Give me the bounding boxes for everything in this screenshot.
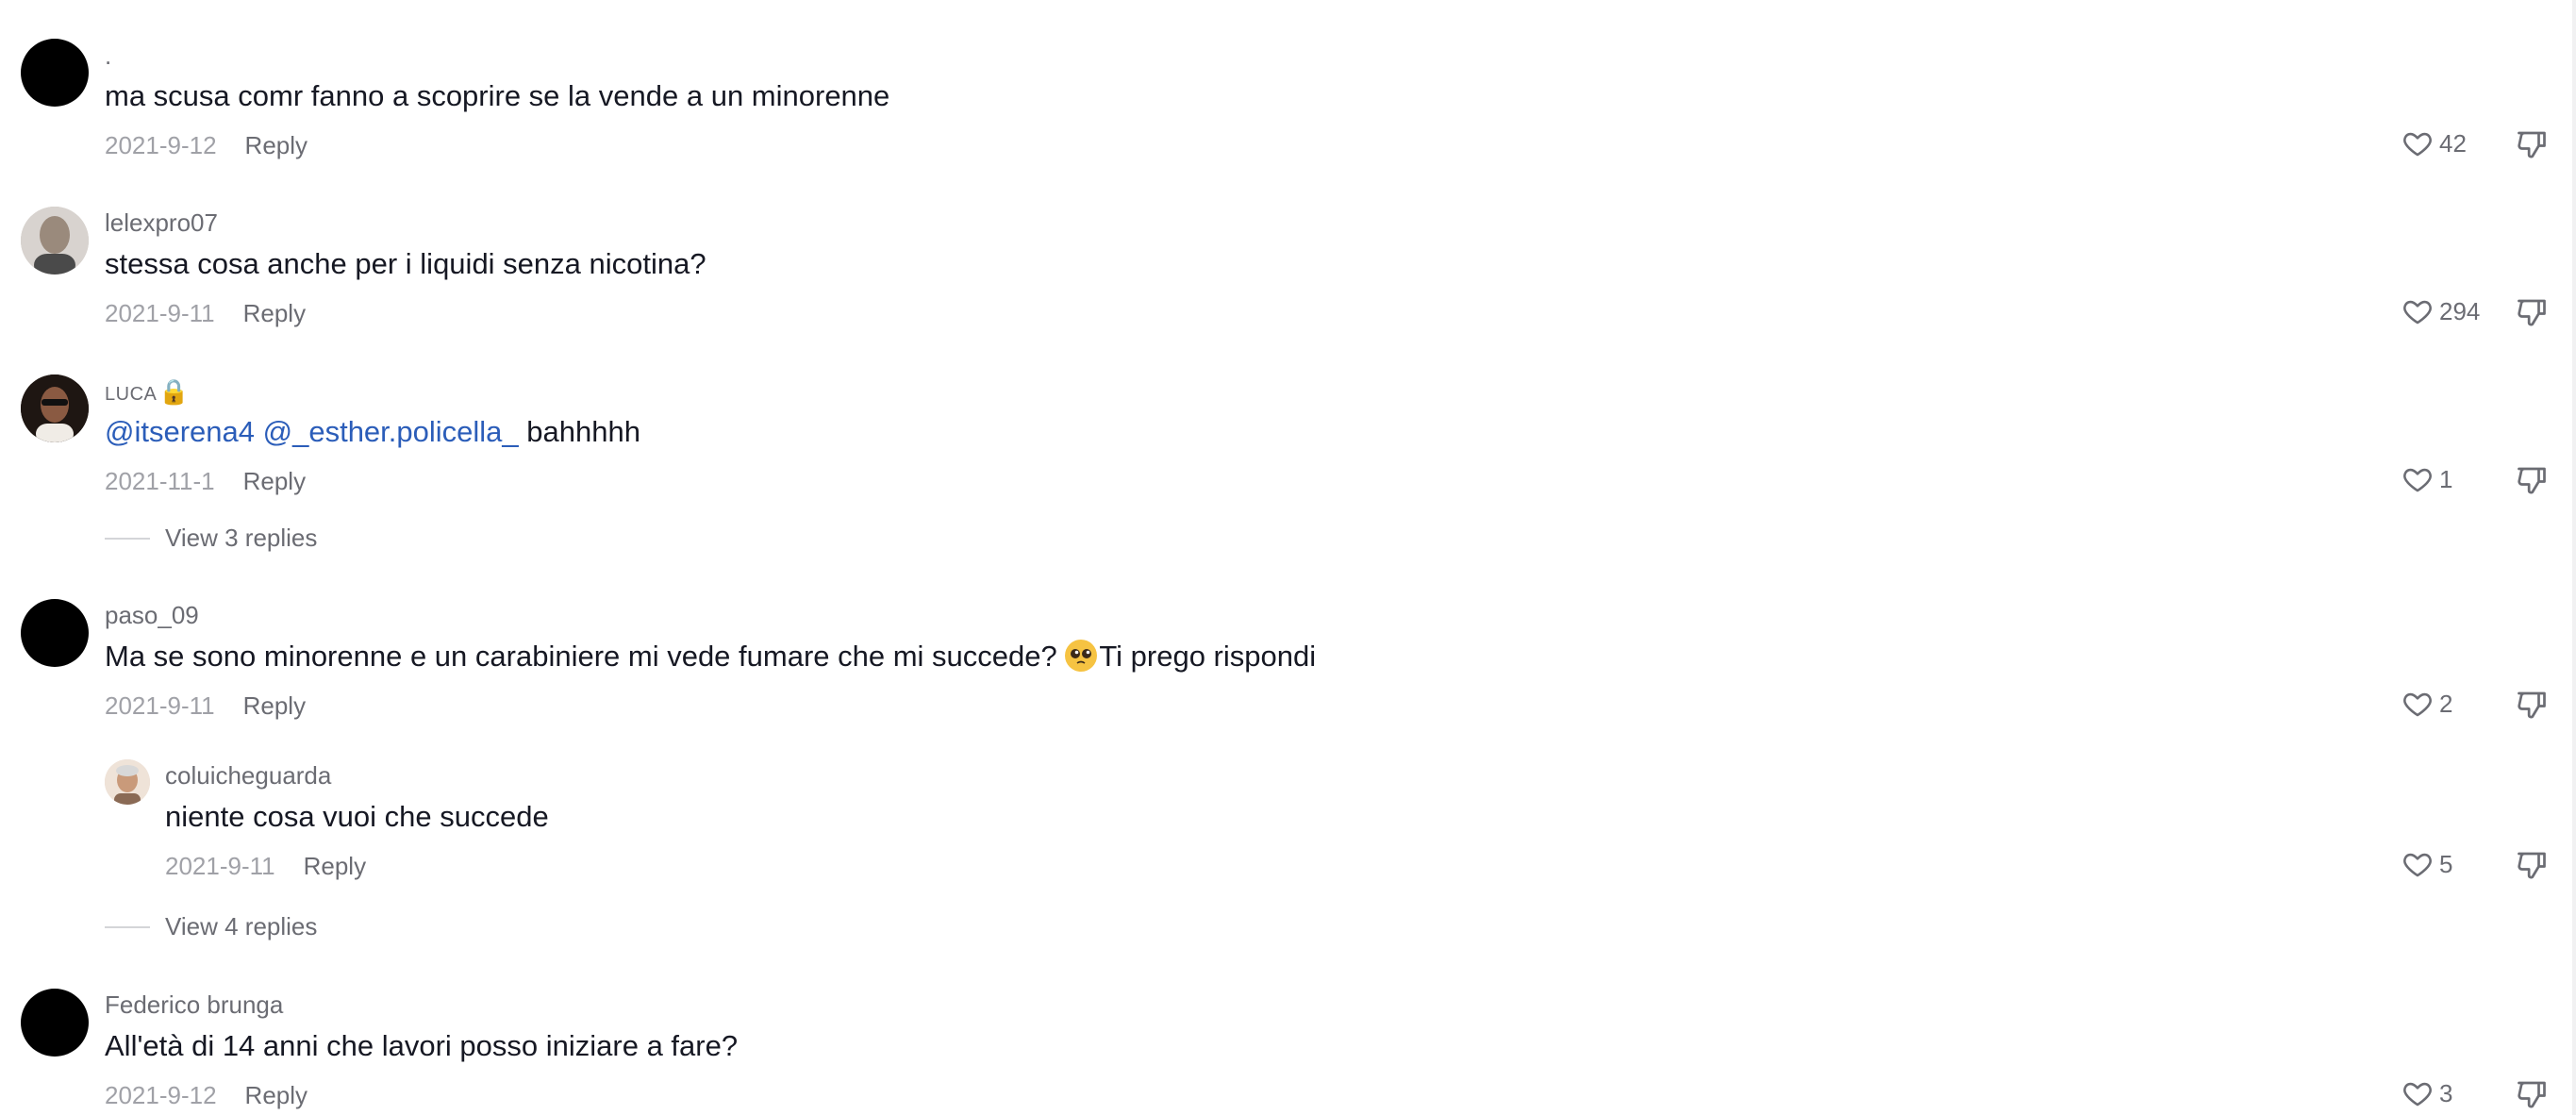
scrollbar[interactable] <box>2572 0 2576 1115</box>
reply-avatar[interactable] <box>105 759 150 805</box>
comment-text: stessa cosa anche per i liquidi senza ni… <box>105 247 706 280</box>
dislike-button[interactable] <box>2515 463 2549 497</box>
lock-emoji-icon: 🔒 <box>158 377 191 406</box>
comment-username[interactable]: paso_09 <box>105 601 199 629</box>
comment-date: 2021-9-12 <box>105 131 217 159</box>
comment-meta: 2021-9-12 Reply <box>105 1081 307 1109</box>
comment-username[interactable]: . <box>105 42 111 70</box>
reply-button[interactable]: Reply <box>243 467 306 495</box>
avatar[interactable] <box>21 39 89 107</box>
comment-text: @itserena4 @_esther.policella_ bahhhhh <box>105 414 640 450</box>
avatar-image <box>21 374 89 442</box>
comment-text: ma scusa comr fanno a scoprire se la ven… <box>105 79 890 112</box>
mention-link[interactable]: @_esther.policella_ <box>263 415 519 448</box>
like-count: 42 <box>2439 128 2467 158</box>
comment-text-body: bahhhhh <box>526 415 640 448</box>
view-replies-button[interactable]: View 3 replies <box>105 524 317 553</box>
dislike-button[interactable] <box>2515 848 2549 882</box>
like-count: 294 <box>2439 296 2481 325</box>
heart-outline-icon <box>2403 132 2432 157</box>
reply-button[interactable]: Reply <box>245 1081 307 1109</box>
heart-outline-icon <box>2403 300 2432 325</box>
comment-meta: 2021-9-11 Reply <box>105 691 306 720</box>
username-text: LUCA <box>105 384 158 405</box>
like-count: 5 <box>2439 849 2453 878</box>
thumbs-down-icon <box>2518 1081 2546 1108</box>
reply-button[interactable]: Reply <box>243 691 306 720</box>
thumbs-down-icon <box>2518 299 2546 326</box>
avatar[interactable] <box>21 207 89 275</box>
view-replies-label: View 4 replies <box>165 912 318 940</box>
like-count: 2 <box>2439 689 2453 718</box>
comment-username[interactable]: lelexpro07 <box>105 208 218 237</box>
comment-text-body: Ti prego rispondi <box>1099 640 1317 673</box>
thumbs-down-icon <box>2518 691 2546 719</box>
heart-outline-icon <box>2403 468 2432 492</box>
comment-date: 2021-9-11 <box>105 299 215 327</box>
reply-username[interactable]: coluicheguarda <box>165 761 331 790</box>
like-count: 3 <box>2439 1078 2453 1107</box>
avatar[interactable] <box>21 989 89 1057</box>
thumbs-down-icon <box>2518 852 2546 879</box>
avatar[interactable] <box>21 599 89 667</box>
like-button[interactable]: 3 <box>2401 1077 2452 1109</box>
avatar-image <box>105 759 150 805</box>
dislike-button[interactable] <box>2515 295 2549 329</box>
comment-meta: 2021-9-12 Reply <box>105 131 307 159</box>
heart-outline-icon <box>2403 692 2432 717</box>
avatar-image <box>21 207 89 275</box>
like-button[interactable]: 1 <box>2401 463 2452 495</box>
comment-username[interactable]: Federico brunga <box>105 990 283 1019</box>
thumbs-down-icon <box>2518 131 2546 158</box>
like-button[interactable]: 42 <box>2401 127 2467 159</box>
comment-meta: 2021-11-1 Reply <box>105 467 306 495</box>
reply-button[interactable]: Reply <box>245 131 307 159</box>
comment-date: 2021-9-11 <box>105 691 215 720</box>
comment-text: Ma se sono minorenne e un carabiniere mi… <box>105 639 1316 674</box>
pleading-face-emoji-icon <box>1065 640 1098 672</box>
like-count: 1 <box>2439 464 2453 493</box>
reply-date: 2021-9-11 <box>165 852 275 880</box>
comment-date: 2021-9-12 <box>105 1081 217 1109</box>
view-replies-button[interactable]: View 4 replies <box>105 912 317 941</box>
dislike-button[interactable] <box>2515 1077 2549 1111</box>
heart-outline-icon <box>2403 1082 2432 1107</box>
avatar[interactable] <box>21 374 89 442</box>
reply-button[interactable]: Reply <box>243 299 306 327</box>
mention-link[interactable]: @itserena4 <box>105 415 255 448</box>
like-button[interactable]: 2 <box>2401 688 2452 720</box>
comment-date: 2021-11-1 <box>105 467 215 495</box>
reply-meta: 2021-9-11 Reply <box>165 852 366 880</box>
comment-text: All'età di 14 anni che lavori posso iniz… <box>105 1029 739 1062</box>
comment-meta: 2021-9-11 Reply <box>105 299 306 327</box>
like-button[interactable]: 5 <box>2401 848 2452 880</box>
thumbs-down-icon <box>2518 467 2546 494</box>
divider-line <box>105 537 150 540</box>
reply-text: niente cosa vuoi che succede <box>165 800 549 833</box>
heart-outline-icon <box>2403 853 2432 877</box>
divider-line <box>105 925 150 928</box>
comment-username[interactable]: LUCA🔒 <box>105 377 190 408</box>
dislike-button[interactable] <box>2515 688 2549 722</box>
dislike-button[interactable] <box>2515 127 2549 161</box>
view-replies-label: View 3 replies <box>165 524 318 552</box>
like-button[interactable]: 294 <box>2401 295 2480 327</box>
reply-button[interactable]: Reply <box>304 852 366 880</box>
comment-text-body: Ma se sono minorenne e un carabiniere mi… <box>105 640 1066 673</box>
